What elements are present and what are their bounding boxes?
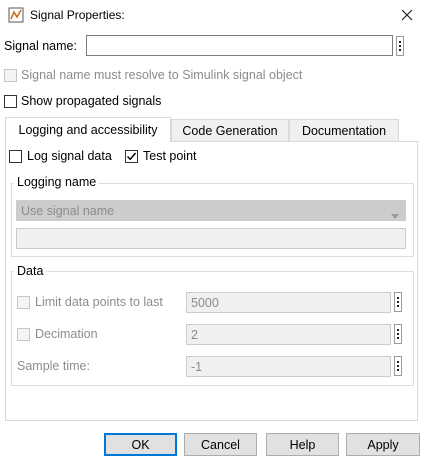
- limit-data-points-input[interactable]: 5000: [186, 292, 391, 313]
- limit-data-points-checkbox[interactable]: [17, 296, 30, 309]
- sample-time-more-icon[interactable]: [394, 356, 402, 376]
- test-point-label: Test point: [143, 149, 197, 163]
- tab-code-generation[interactable]: Code Generation: [171, 119, 289, 141]
- resolve-checkbox[interactable]: [4, 69, 17, 82]
- help-button[interactable]: Help: [266, 433, 339, 456]
- decimation-checkbox[interactable]: [17, 328, 30, 341]
- sample-time-input[interactable]: -1: [186, 356, 391, 377]
- checkmark-icon: [126, 152, 137, 161]
- decimation-input[interactable]: 2: [186, 324, 391, 345]
- chevron-down-icon: [391, 208, 399, 222]
- show-propagated-checkbox[interactable]: [4, 95, 17, 108]
- tab-label: Logging and accessibility: [18, 123, 158, 137]
- apply-button[interactable]: Apply: [346, 433, 420, 456]
- signal-name-label: Signal name:: [4, 39, 77, 53]
- logging-name-dropdown[interactable]: Use signal name: [16, 200, 406, 221]
- title-bar: Signal Properties:: [0, 0, 424, 30]
- data-legend: Data: [14, 264, 47, 278]
- decimation-label: Decimation: [35, 327, 98, 341]
- sample-time-label: Sample time:: [17, 359, 90, 373]
- resolve-checkbox-label: Signal name must resolve to Simulink sig…: [21, 68, 303, 82]
- log-signal-data-label: Log signal data: [27, 149, 112, 163]
- ok-button[interactable]: OK: [104, 433, 177, 456]
- test-point-checkbox[interactable]: [125, 150, 138, 163]
- tab-logging-and-accessibility[interactable]: Logging and accessibility: [5, 117, 171, 142]
- signal-name-input[interactable]: [86, 35, 393, 56]
- log-signal-data-checkbox[interactable]: [9, 150, 22, 163]
- tab-documentation[interactable]: Documentation: [289, 119, 399, 141]
- simulink-app-icon: [8, 7, 24, 23]
- cancel-button[interactable]: Cancel: [184, 433, 257, 456]
- logging-name-selected: Use signal name: [21, 203, 115, 218]
- limit-data-points-more-icon[interactable]: [394, 292, 402, 312]
- logging-name-input[interactable]: [16, 228, 406, 249]
- signal-name-more-icon[interactable]: [396, 36, 404, 56]
- show-propagated-label: Show propagated signals: [21, 94, 162, 108]
- decimation-more-icon[interactable]: [394, 324, 402, 344]
- limit-data-points-label: Limit data points to last: [35, 295, 163, 309]
- tab-label: Code Generation: [182, 123, 278, 138]
- logging-name-legend: Logging name: [14, 175, 100, 189]
- window-title: Signal Properties:: [30, 8, 125, 22]
- tab-label: Documentation: [301, 123, 387, 138]
- close-icon[interactable]: [395, 4, 419, 26]
